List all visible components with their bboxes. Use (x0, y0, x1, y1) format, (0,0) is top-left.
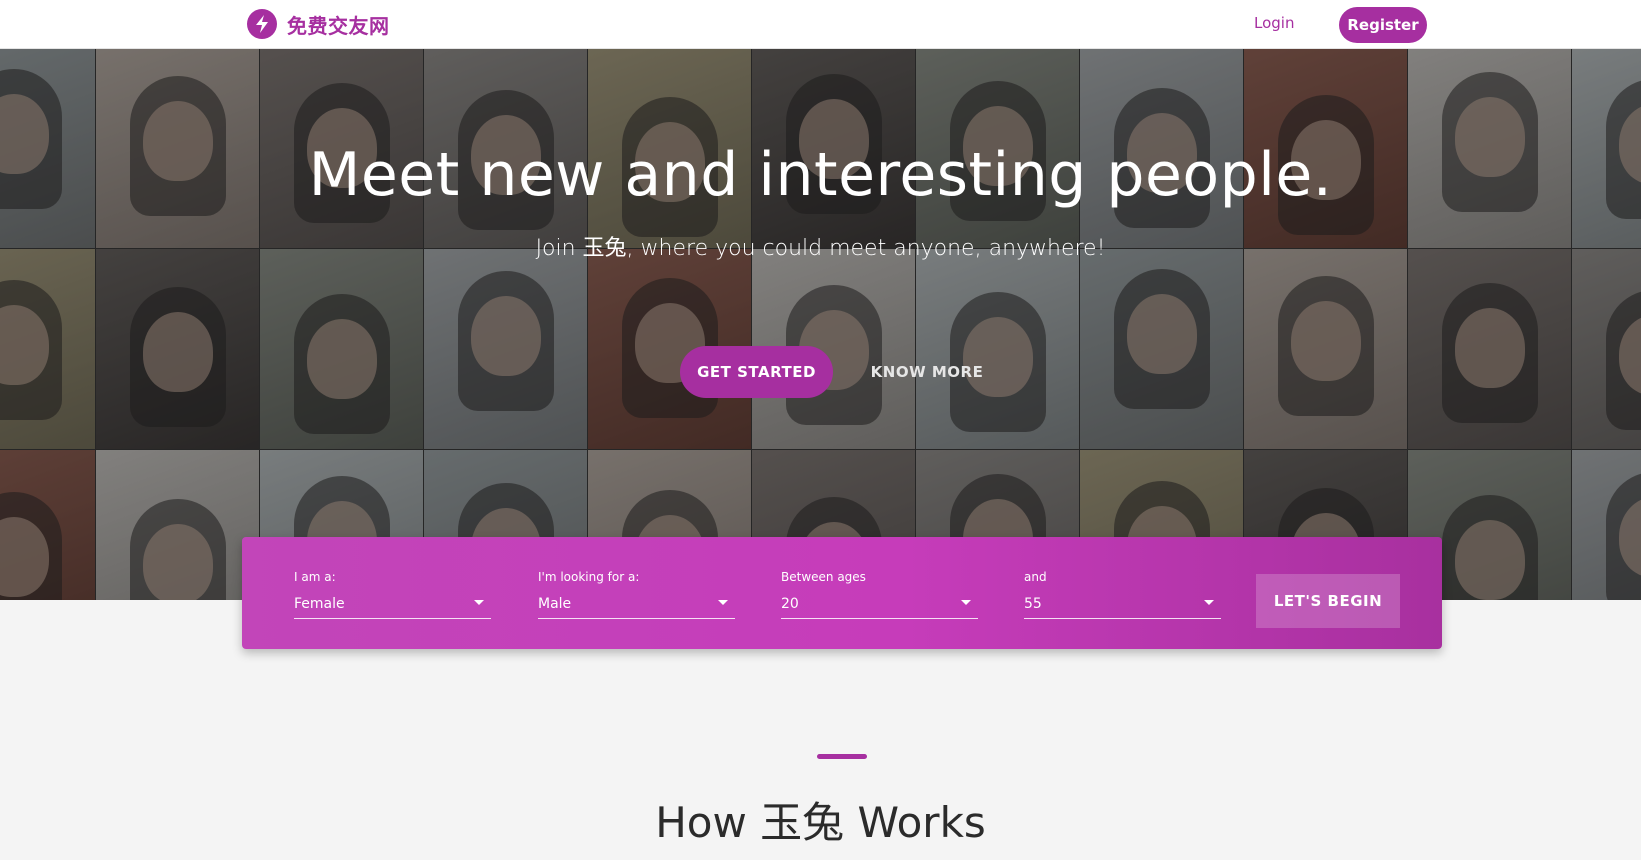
hero-subtitle: Join 玉兔, where you could meet anyone, an… (535, 236, 1106, 261)
hero-title: Meet new and interesting people. (308, 140, 1333, 210)
lets-begin-button[interactable]: LET'S BEGIN (1256, 574, 1400, 628)
age-min-label: Between ages (781, 570, 866, 584)
age-max-field: and 55 (1024, 570, 1221, 619)
age-max-label: and (1024, 570, 1047, 584)
how-it-works-title: How 玉兔 Works (655, 798, 986, 847)
i-am-value: Female (294, 596, 345, 612)
login-link[interactable]: Login (1254, 14, 1294, 32)
age-min-select[interactable]: 20 (781, 593, 978, 619)
caret-down-icon (474, 600, 484, 605)
caret-down-icon (718, 600, 728, 605)
looking-for-select[interactable]: Male (538, 593, 735, 619)
looking-for-value: Male (538, 596, 572, 612)
age-min-field: Between ages 20 (781, 570, 978, 619)
age-max-select[interactable]: 55 (1024, 593, 1221, 619)
age-max-value: 55 (1024, 596, 1042, 612)
lightning-bolt-icon (247, 9, 277, 39)
i-am-select[interactable]: Female (294, 593, 491, 619)
age-min-value: 20 (781, 596, 799, 612)
know-more-button[interactable]: KNOW MORE (860, 346, 994, 398)
looking-for-label: I'm looking for a: (538, 570, 640, 584)
brand[interactable]: 免费交友网 (247, 9, 390, 39)
register-button[interactable]: Register (1339, 7, 1427, 43)
get-started-button[interactable]: GET STARTED (680, 346, 833, 398)
i-am-field: I am a: Female (294, 570, 491, 619)
hero-overlay (0, 49, 1641, 600)
caret-down-icon (961, 600, 971, 605)
caret-down-icon (1204, 600, 1214, 605)
brand-name: 免费交友网 (287, 13, 390, 38)
match-search-panel: I am a: Female I'm looking for a: Male B… (242, 537, 1442, 649)
section-divider (817, 754, 867, 759)
looking-for-field: I'm looking for a: Male (538, 570, 735, 619)
i-am-label: I am a: (294, 570, 336, 584)
top-navbar: 免费交友网 Login Register (0, 0, 1641, 49)
hero-section: Meet new and interesting people. Join 玉兔… (0, 49, 1641, 600)
